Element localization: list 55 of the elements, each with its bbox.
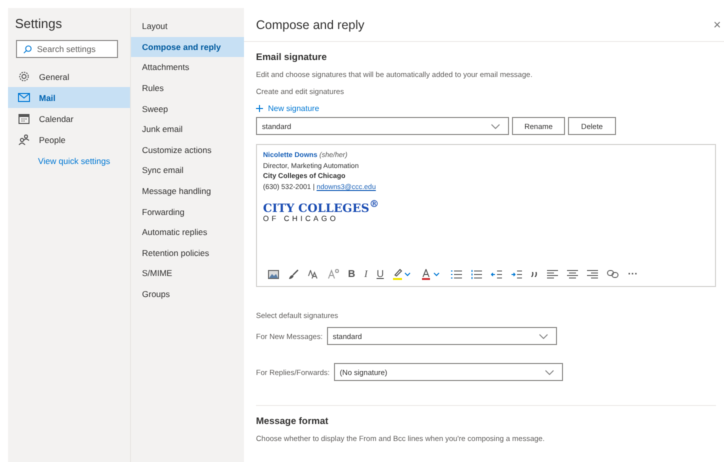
font-size-icon[interactable] xyxy=(308,270,319,278)
subnav-item[interactable]: Rules xyxy=(131,78,244,98)
chevron-down-icon xyxy=(491,124,500,128)
subnav-item[interactable]: Attachments xyxy=(131,57,244,78)
subnav-item[interactable]: Layout xyxy=(131,16,244,37)
plus-icon xyxy=(256,105,263,112)
section-heading: Message format xyxy=(256,416,328,427)
mail-icon xyxy=(18,93,30,102)
format-button[interactable]: B xyxy=(348,268,356,280)
subnav-item[interactable]: Groups xyxy=(131,284,244,304)
search-icon xyxy=(23,45,32,54)
subnav-item[interactable]: Sync email xyxy=(131,160,244,181)
align-center-icon[interactable] xyxy=(566,270,578,278)
settings-title: Settings xyxy=(14,15,63,33)
align-right-icon[interactable] xyxy=(586,270,598,278)
font-color-icon[interactable] xyxy=(422,268,442,280)
search-field[interactable]: Search settings xyxy=(16,40,118,58)
subnav-item[interactable]: Compose and reply xyxy=(131,36,244,58)
subnav-item[interactable]: Sweep xyxy=(131,98,244,119)
align-left-icon[interactable] xyxy=(546,270,558,278)
brush-icon[interactable] xyxy=(288,268,299,280)
decrease-indent-icon[interactable] xyxy=(490,270,502,278)
bullet-list-icon[interactable] xyxy=(450,270,462,278)
subnav-item[interactable]: Retention policies xyxy=(131,242,244,264)
subnav-item[interactable]: Message handling xyxy=(131,180,244,202)
format-button[interactable]: I xyxy=(364,268,368,280)
more-button[interactable]: ··· xyxy=(628,268,638,280)
logo-wordmark: CITY COLLEGES$^{®}$ xyxy=(263,199,380,214)
chevron-down-icon xyxy=(544,370,554,374)
gear-icon xyxy=(18,71,30,82)
quote-icon[interactable] xyxy=(530,272,538,276)
increase-indent-icon[interactable] xyxy=(510,270,522,278)
highlighter-icon[interactable] xyxy=(392,268,413,280)
nav-item[interactable]: General xyxy=(8,66,130,87)
new-signature-link[interactable]: New signature xyxy=(256,104,320,113)
format-button[interactable]: U xyxy=(376,268,384,280)
subnav-item[interactable]: Automatic replies xyxy=(131,222,244,243)
subnav-item[interactable]: S/MIME xyxy=(131,263,244,284)
superscript-icon[interactable] xyxy=(328,269,339,279)
calendar-icon xyxy=(18,113,30,124)
numbered-list-icon[interactable] xyxy=(470,270,482,278)
close-button[interactable]: × xyxy=(710,17,724,32)
quick-settings-link[interactable]: View quick settings xyxy=(8,150,130,166)
people-icon xyxy=(18,134,30,145)
subnav-item[interactable]: Forwarding xyxy=(131,201,244,222)
chevron-down-icon xyxy=(538,334,548,338)
nav-item[interactable]: People xyxy=(8,129,130,150)
section-heading: Email signature xyxy=(256,52,327,63)
panel-title: Compose and reply xyxy=(256,18,364,32)
link-icon[interactable] xyxy=(606,270,619,278)
subnav-item[interactable]: Customize actions xyxy=(131,140,244,160)
nav-item[interactable]: Calendar xyxy=(8,108,130,129)
image-icon[interactable] xyxy=(268,270,279,278)
nav-item[interactable]: Mail xyxy=(8,87,130,108)
subnav-item[interactable]: Junk email xyxy=(131,118,244,140)
